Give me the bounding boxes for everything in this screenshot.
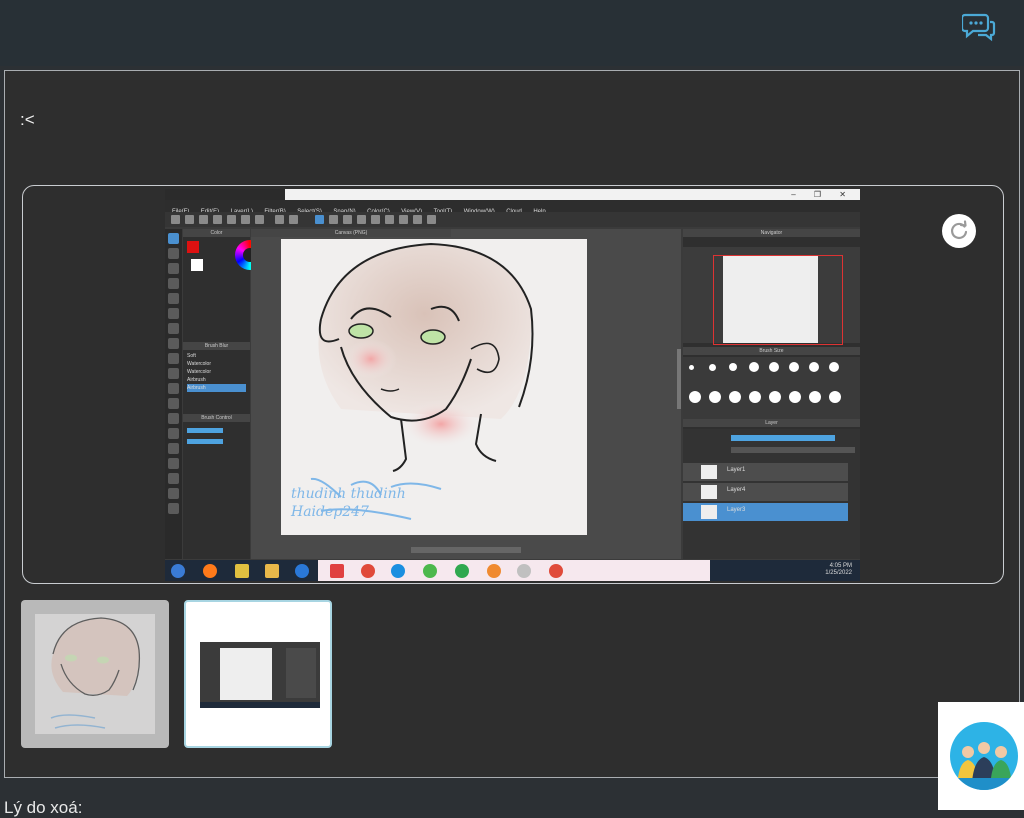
brush-size-grid bbox=[683, 357, 860, 421]
thumbnail-2-selected[interactable] bbox=[184, 600, 332, 748]
windows-taskbar: 4:05 PM 1/25/2022 bbox=[165, 560, 860, 581]
panel-header: Color bbox=[183, 229, 250, 237]
panel-header: Brush Control bbox=[183, 414, 250, 422]
app-tool-column bbox=[165, 229, 182, 559]
team-avatar-icon bbox=[950, 722, 1018, 790]
layer-row: Layer4 bbox=[683, 483, 848, 502]
taskbar-clock: 4:05 PM 1/25/2022 bbox=[825, 563, 852, 576]
panel-header: Layer bbox=[683, 419, 860, 427]
app-canvas-area: Canvas (PNG) thudinh thudinh Haidep247 bbox=[251, 229, 681, 559]
brush-item: Watercolor bbox=[187, 369, 211, 375]
panel-header: Brush Size bbox=[683, 347, 860, 355]
thumbnail-image bbox=[35, 614, 155, 734]
navigator-preview bbox=[683, 247, 860, 345]
panel-header: Navigator bbox=[683, 229, 860, 237]
layer-row-selected: Layer3 bbox=[683, 503, 848, 522]
app-right-panel: Navigator Brush Size Layer Layer1 Layer4… bbox=[683, 229, 860, 559]
app-menubar: File(F) Edit(E) Layer(L) Filter(B) Selec… bbox=[165, 200, 860, 215]
rotate-button[interactable] bbox=[942, 214, 976, 248]
thumbnail-1[interactable] bbox=[21, 600, 169, 748]
layer-panel: Layer Layer1 Layer4 Layer3 bbox=[683, 419, 860, 559]
app-toolbar bbox=[165, 212, 860, 227]
brush-item: Airbrush bbox=[187, 377, 206, 383]
brush-item: Soft bbox=[187, 353, 196, 359]
delete-reason-label: Lý do xoá: bbox=[4, 798, 83, 817]
main-image[interactable]: – ❐ ✕ File(F) Edit(E) Layer(L) Filter(B)… bbox=[165, 189, 860, 581]
top-bar bbox=[0, 0, 1024, 66]
thumbnail-image bbox=[200, 642, 320, 708]
brush-item: Watercolor bbox=[187, 361, 211, 367]
panel-header: Brush Blur bbox=[183, 342, 250, 350]
rotate-icon bbox=[950, 220, 968, 239]
signature-text: thudinh thudinh Haidep247 bbox=[291, 486, 406, 520]
brush-item: Airbrush bbox=[187, 384, 246, 392]
app-left-panel: Color Brush Blur Soft Watercolor Waterco… bbox=[183, 229, 265, 559]
app-titlebar: – ❐ ✕ bbox=[165, 189, 860, 200]
layer-row: Layer1 bbox=[683, 463, 848, 482]
canvas-tab: Canvas (PNG) bbox=[251, 229, 451, 237]
comment-text: :< bbox=[20, 110, 35, 129]
chat-bubbles-icon bbox=[962, 13, 996, 42]
chat-button[interactable] bbox=[960, 10, 998, 44]
drawing-canvas: thudinh thudinh Haidep247 bbox=[281, 239, 587, 535]
support-widget[interactable] bbox=[938, 702, 1024, 810]
